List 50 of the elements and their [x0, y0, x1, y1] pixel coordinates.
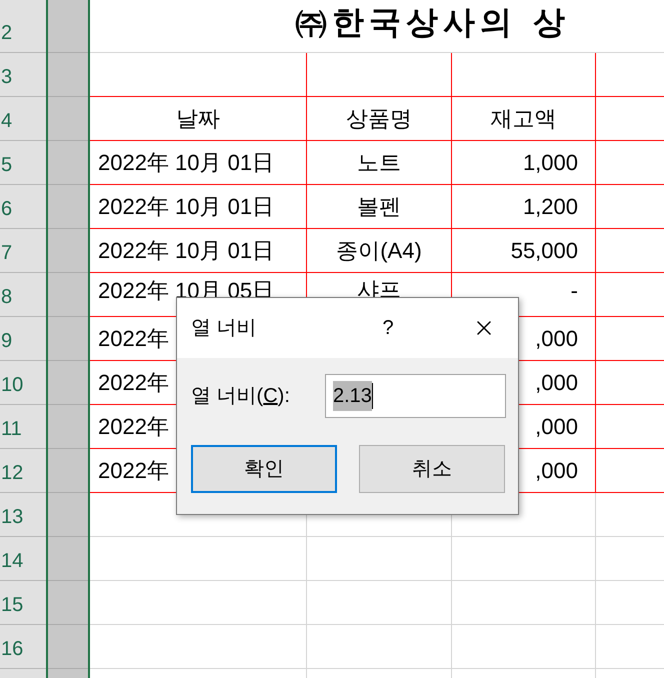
row-header[interactable]: 4: [0, 97, 46, 141]
row-header[interactable]: 16: [0, 625, 46, 669]
selected-column-cell[interactable]: [48, 229, 88, 273]
width-input[interactable]: 2.13: [325, 374, 506, 418]
selected-column-cell[interactable]: [48, 493, 88, 537]
selected-column-cell[interactable]: [48, 581, 88, 625]
ok-button[interactable]: 확인: [191, 445, 337, 493]
selected-column-cell[interactable]: [48, 185, 88, 229]
row-header[interactable]: 11: [0, 405, 46, 449]
product-cell: 볼펜: [307, 185, 452, 229]
column-heading: 재고액: [452, 97, 596, 141]
product-cell: 종이(A4): [307, 229, 452, 273]
selected-column-cell[interactable]: [48, 0, 88, 53]
row-header[interactable]: 8: [0, 273, 46, 317]
column-heading: 상품명: [307, 97, 452, 141]
date-cell: 2022年 10月 01日: [90, 185, 307, 229]
selected-column-cell[interactable]: [48, 361, 88, 405]
row-header[interactable]: 5: [0, 141, 46, 185]
column-heading: 날짜: [90, 97, 307, 141]
row-header[interactable]: 10: [0, 361, 46, 405]
product-cell: 노트: [307, 141, 452, 185]
amount-cell: 1,200: [452, 185, 596, 229]
selected-column-cell[interactable]: [48, 449, 88, 493]
selected-column-cell[interactable]: [48, 97, 88, 141]
empty-cell[interactable]: [452, 53, 596, 97]
selected-column-cell[interactable]: [48, 405, 88, 449]
row-header[interactable]: 9: [0, 317, 46, 361]
row-header[interactable]: 3: [0, 53, 46, 97]
row-header[interactable]: 6: [0, 185, 46, 229]
selected-column-cell[interactable]: [48, 141, 88, 185]
sheet-title: ㈜한국상사의 상: [295, 2, 570, 43]
cancel-button[interactable]: 취소: [359, 445, 505, 493]
selected-column-cell[interactable]: [48, 273, 88, 317]
empty-cell[interactable]: [90, 53, 307, 97]
row-header[interactable]: 2: [0, 0, 46, 53]
amount-cell: 55,000: [452, 229, 596, 273]
row-header[interactable]: 7: [0, 229, 46, 273]
row-header[interactable]: 14: [0, 537, 46, 581]
empty-cell[interactable]: [307, 53, 452, 97]
amount-cell: 1,000: [452, 141, 596, 185]
row-header[interactable]: 13: [0, 493, 46, 537]
selected-column-cell[interactable]: [48, 625, 88, 669]
row-header[interactable]: 12: [0, 449, 46, 493]
date-cell: 2022年 10月 01日: [90, 141, 307, 185]
selected-column-cell[interactable]: [48, 537, 88, 581]
row-header[interactable]: 15: [0, 581, 46, 625]
selected-column-cell[interactable]: [48, 317, 88, 361]
selected-column-cell[interactable]: [48, 53, 88, 97]
dialog-title: 열 너비: [191, 316, 258, 341]
date-cell: 2022年 10月 01日: [90, 229, 307, 273]
